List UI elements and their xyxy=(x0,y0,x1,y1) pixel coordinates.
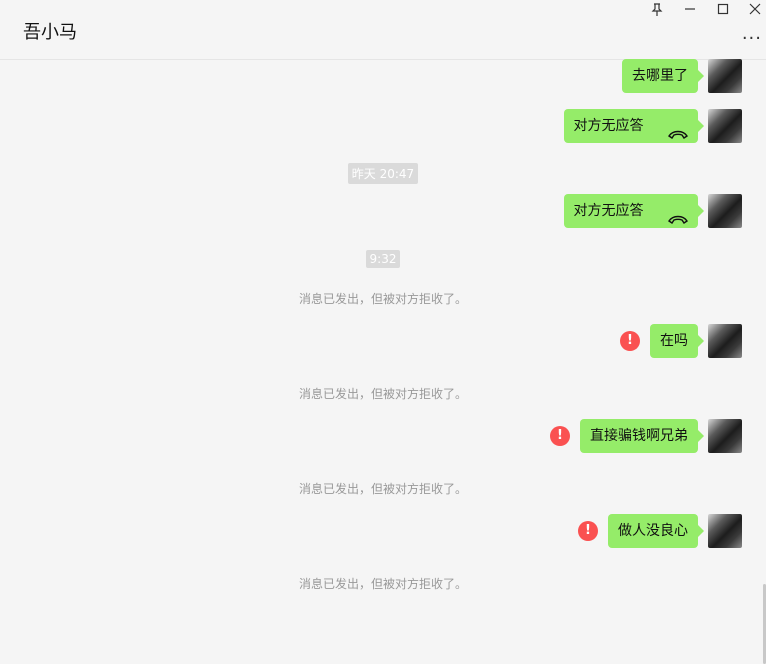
close-icon[interactable] xyxy=(745,3,765,21)
send-failed-icon[interactable]: ! xyxy=(550,426,570,446)
timestamp: 昨天 20:47 xyxy=(0,163,766,184)
system-message: 消息已发出，但被对方拒收了。 xyxy=(298,292,467,306)
timestamp-label: 9:32 xyxy=(365,250,401,268)
send-failed-icon[interactable]: ! xyxy=(620,331,640,351)
chat-title: 吾小马 xyxy=(23,22,77,43)
message-bubble[interactable]: 去哪里了 xyxy=(622,59,704,93)
timestamp-label: 昨天 20:47 xyxy=(347,163,419,184)
minimize-icon[interactable] xyxy=(680,3,700,21)
system-message: 消息已发出，但被对方拒收了。 xyxy=(298,387,467,401)
system-message: 消息已发出，但被对方拒收了。 xyxy=(298,577,467,591)
avatar[interactable] xyxy=(708,59,742,93)
call-status-text: 对方无应答 xyxy=(573,203,644,219)
phone-hangup-icon xyxy=(668,119,688,139)
scrollbar[interactable] xyxy=(762,60,766,664)
call-bubble[interactable]: 对方无应答 xyxy=(563,109,705,143)
avatar[interactable] xyxy=(708,194,742,228)
message-bubble[interactable]: 直接骗钱啊兄弟 xyxy=(580,419,704,453)
message-bubble[interactable]: 在吗 xyxy=(650,324,704,358)
chat-header: 吾小马 ··· xyxy=(0,0,766,60)
more-options-button[interactable]: ··· xyxy=(742,28,762,49)
send-failed-icon[interactable]: ! xyxy=(578,521,598,541)
avatar[interactable] xyxy=(708,324,742,358)
call-status-text: 对方无应答 xyxy=(573,118,644,134)
avatar[interactable] xyxy=(708,109,742,143)
timestamp: 9:32 xyxy=(0,248,766,268)
maximize-icon[interactable] xyxy=(713,3,733,21)
phone-hangup-icon xyxy=(668,204,688,224)
avatar[interactable] xyxy=(708,419,742,453)
system-message: 消息已发出，但被对方拒收了。 xyxy=(298,482,467,496)
pin-icon[interactable] xyxy=(647,3,667,21)
message-bubble[interactable]: 做人没良心 xyxy=(608,514,704,548)
call-bubble[interactable]: 对方无应答 xyxy=(563,194,705,228)
avatar[interactable] xyxy=(708,514,742,548)
